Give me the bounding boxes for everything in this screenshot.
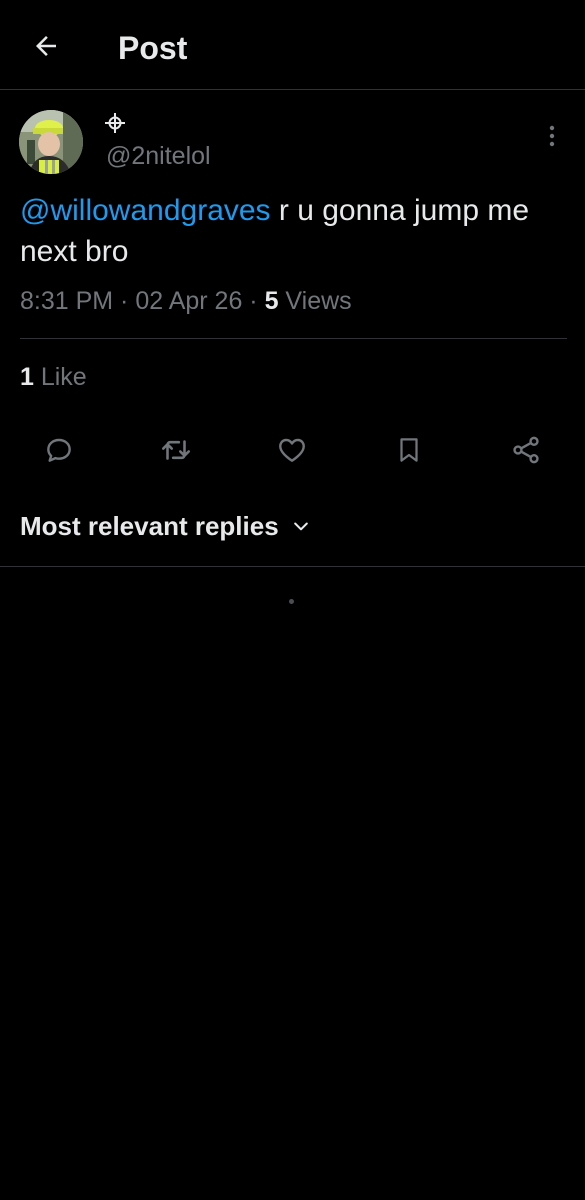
views-label[interactable]: Views (278, 287, 351, 315)
action-bar (0, 432, 585, 472)
share-icon (513, 436, 539, 464)
bookmark-icon (400, 438, 418, 462)
divider (20, 338, 567, 339)
meta-separator: · (113, 287, 136, 315)
mention-link[interactable]: @willowandgraves (20, 194, 271, 227)
meta-separator: · (242, 287, 265, 315)
post-date: 02 Apr 26 (135, 287, 243, 315)
likes-summary[interactable]: 1 Like (20, 360, 87, 394)
repost-button[interactable] (158, 432, 194, 468)
like-button[interactable] (274, 432, 310, 468)
views-count[interactable]: 5 (265, 287, 279, 315)
reply-icon (47, 438, 71, 462)
bookmark-button[interactable] (391, 432, 427, 468)
likes-count: 1 (20, 363, 34, 391)
likes-label: Like (33, 363, 87, 391)
replies-sort-label: Most relevant replies (20, 511, 279, 541)
arrow-left-icon (36, 36, 56, 56)
post-time: 8:31 PM (20, 287, 114, 315)
heart-icon (279, 438, 305, 462)
avatar-image (19, 110, 83, 174)
back-button[interactable] (22, 22, 70, 70)
more-options-button[interactable] (536, 120, 568, 152)
loading-indicator (289, 599, 294, 604)
chevron-down-icon (293, 522, 308, 531)
share-button[interactable] (508, 432, 544, 468)
crosshair-icon (104, 112, 126, 134)
post-meta: 8:31 PM · 02 Apr 26 · 5 Views (20, 284, 352, 318)
divider (0, 566, 585, 567)
replies-sort-dropdown[interactable]: Most relevant replies (20, 508, 311, 544)
more-vertical-icon (549, 125, 555, 147)
page-title: Post (118, 30, 188, 66)
author-handle[interactable]: @2nitelol (106, 140, 211, 172)
reply-button[interactable] (41, 432, 77, 468)
avatar[interactable] (19, 110, 83, 174)
repost-icon (161, 440, 191, 460)
top-app-bar: Post (0, 0, 585, 90)
post-text: @willowandgraves r u gonna jump me next … (20, 190, 570, 272)
